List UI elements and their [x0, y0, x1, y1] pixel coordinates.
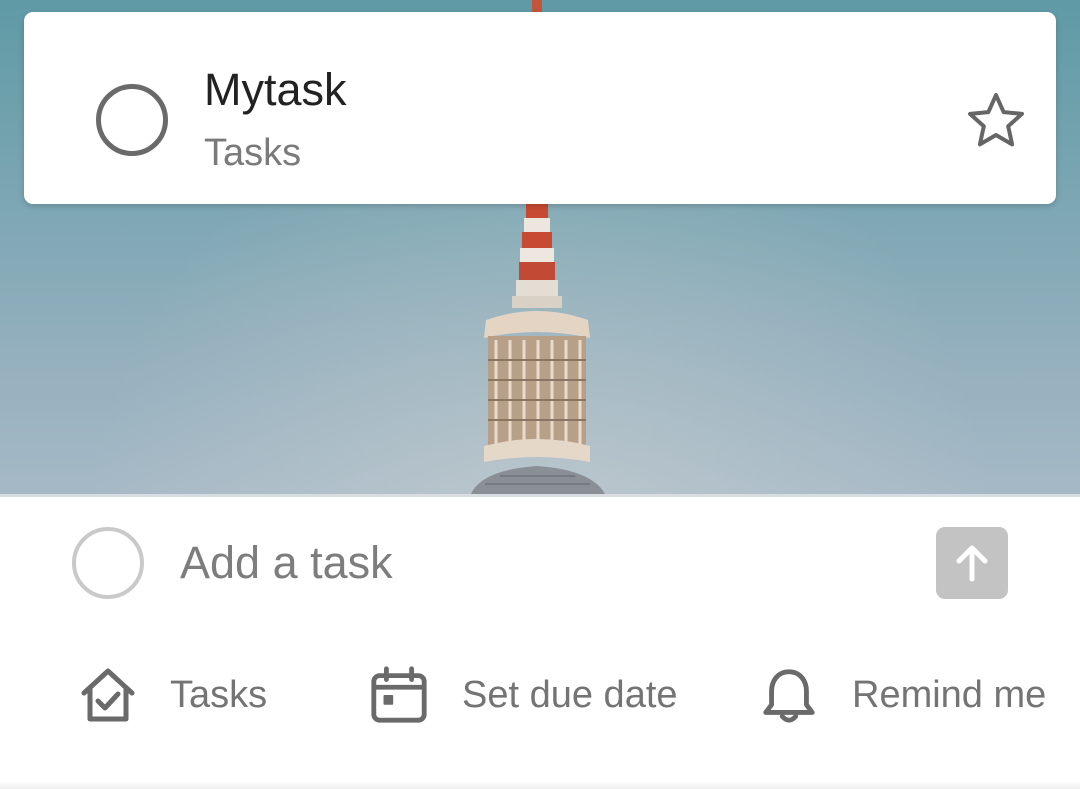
add-task-panel: Tasks Set due date Remind me	[0, 494, 1080, 789]
task-card[interactable]: Mytask Tasks	[24, 12, 1056, 204]
calendar-icon	[371, 666, 427, 723]
home-check-icon	[81, 668, 135, 722]
task-title: Mytask	[204, 64, 347, 115]
arrow-up-icon	[956, 545, 988, 582]
remind-me-button[interactable]: Remind me	[758, 647, 1046, 743]
screen: Mytask Tasks Tasks	[0, 0, 1080, 789]
list-picker-label: Tasks	[170, 673, 268, 716]
add-task-input[interactable]	[180, 533, 880, 593]
task-list-name: Tasks	[204, 132, 302, 174]
new-task-checkbox[interactable]	[72, 527, 144, 599]
panel-bottom-edge	[0, 781, 1080, 789]
set-due-date-button[interactable]: Set due date	[368, 647, 678, 743]
star-outline-icon[interactable]	[964, 90, 1028, 150]
submit-task-button[interactable]	[936, 527, 1008, 599]
list-picker-button[interactable]: Tasks	[76, 647, 267, 743]
remind-me-label: Remind me	[852, 673, 1047, 716]
bell-icon	[763, 669, 815, 723]
set-due-date-label: Set due date	[462, 673, 678, 716]
complete-task-checkbox[interactable]	[96, 84, 168, 156]
